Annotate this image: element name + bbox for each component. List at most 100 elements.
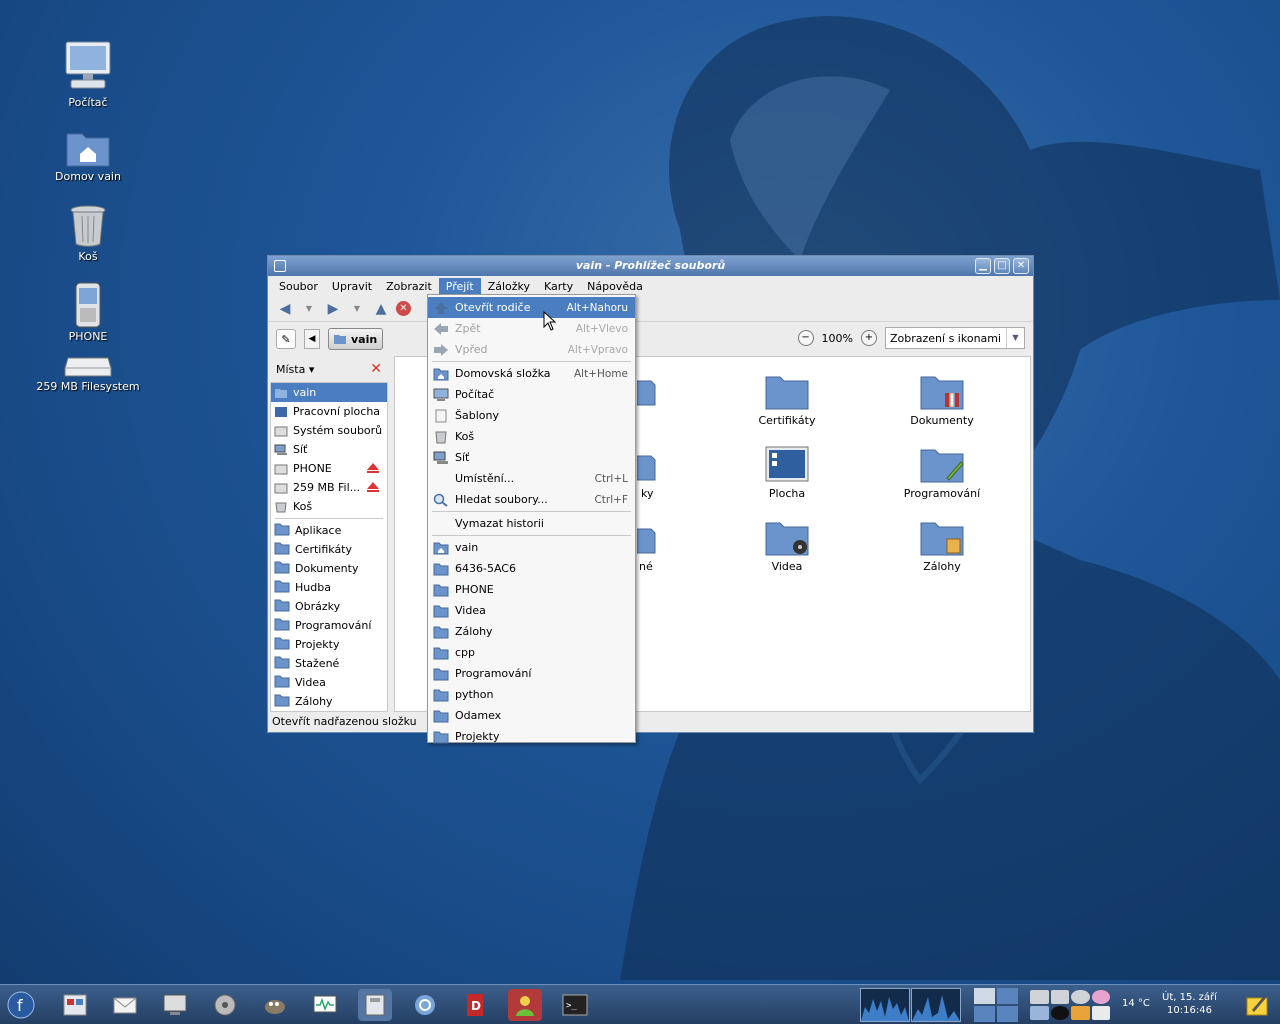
go-menu-item[interactable]: Síť: [428, 447, 635, 468]
desktop-icon-computer[interactable]: Počítač: [33, 40, 143, 109]
system-monitor-launcher-icon[interactable]: [158, 989, 192, 1021]
go-menu-item[interactable]: Umístění... Ctrl+L: [428, 468, 635, 489]
go-menu-item[interactable]: Vymazat historii: [428, 513, 635, 534]
network-launcher-icon[interactable]: [408, 989, 442, 1021]
flower-icon[interactable]: [1091, 990, 1110, 1004]
go-menu-item[interactable]: Šablony: [428, 405, 635, 426]
go-menu-item[interactable]: vain: [428, 537, 635, 558]
breadcrumb-button[interactable]: vain: [328, 328, 384, 350]
go-menu-item[interactable]: Otevřít rodiče Alt+Nahoru: [428, 297, 635, 318]
user-launcher-icon[interactable]: [508, 989, 542, 1021]
sidebar-places-select[interactable]: Místa ▾: [276, 363, 314, 376]
desktop-icon-phone[interactable]: PHONE: [33, 282, 143, 343]
gimp-launcher-icon[interactable]: [258, 989, 292, 1021]
back-arrow-icon[interactable]: ◀: [276, 300, 294, 318]
fedora-menu-icon[interactable]: f: [4, 989, 38, 1021]
sidebar-item-phone[interactable]: PHONE: [271, 459, 387, 478]
close-button[interactable]: ✕: [1013, 258, 1029, 274]
sidebar-item-vain[interactable]: vain: [271, 383, 387, 402]
menu-napoveda[interactable]: Nápověda: [580, 278, 650, 295]
menu-upravit[interactable]: Upravit: [325, 278, 379, 295]
activity-monitor-launcher-icon[interactable]: [308, 989, 342, 1021]
go-menu-item[interactable]: Projekty: [428, 726, 635, 747]
go-menu-item[interactable]: Zálohy: [428, 621, 635, 642]
sidebar-item-filesystem[interactable]: Systém souborů: [271, 421, 387, 440]
sidebar-bookmark-item[interactable]: Zálohy: [271, 692, 387, 711]
sidebar-bookmark-item[interactable]: Dokumenty: [271, 559, 387, 578]
mail-launcher-icon[interactable]: [108, 989, 142, 1021]
sidebar-bookmark-item[interactable]: Certifikáty: [271, 540, 387, 559]
display-icon[interactable]: [1030, 1006, 1049, 1020]
go-menu-item[interactable]: Domovská složka Alt+Home: [428, 363, 635, 384]
weather-temperature[interactable]: 14 °C: [1122, 998, 1150, 1009]
volume-icon[interactable]: [1050, 990, 1069, 1004]
workspace-switcher[interactable]: [974, 988, 1018, 1022]
mail-status-icon[interactable]: [1091, 1006, 1110, 1020]
zoom-in-icon[interactable]: +: [861, 330, 877, 346]
forward-arrow-icon[interactable]: ▶: [324, 300, 342, 318]
window-menu-icon[interactable]: [274, 260, 286, 272]
workspace-2[interactable]: [997, 988, 1018, 1004]
menu-soubor[interactable]: Soubor: [272, 278, 325, 295]
sidebar-bookmark-item[interactable]: Aplikace: [271, 521, 387, 540]
terminal-launcher-icon[interactable]: >_: [558, 989, 592, 1021]
view-mode-select[interactable]: Zobrazení s ikonami ▼: [885, 327, 1025, 349]
desktop-icon-home[interactable]: Domov vain: [33, 128, 143, 183]
sidebar-item-network[interactable]: Síť: [271, 440, 387, 459]
sidebar-item-trash[interactable]: Koš: [271, 497, 387, 516]
archive-launcher-icon[interactable]: [358, 989, 392, 1021]
breadcrumb-left-arrow[interactable]: ◀: [304, 329, 320, 349]
file-item[interactable]: Videa: [737, 517, 837, 573]
go-menu-item[interactable]: cpp: [428, 642, 635, 663]
stop-icon[interactable]: ✕: [396, 301, 411, 316]
file-manager-launcher-icon[interactable]: [58, 989, 92, 1021]
sidebar-item-desktop[interactable]: Pracovní plocha: [271, 402, 387, 421]
notes-launcher-icon[interactable]: [1240, 989, 1274, 1021]
file-item[interactable]: Zálohy: [892, 517, 992, 573]
sidebar-close-icon[interactable]: ✕: [370, 361, 382, 377]
minimize-button[interactable]: ▁: [975, 258, 991, 274]
go-menu-item[interactable]: Počítač: [428, 384, 635, 405]
go-menu-item[interactable]: Odamex: [428, 705, 635, 726]
maximize-button[interactable]: □: [994, 258, 1010, 274]
printer-icon[interactable]: [1030, 990, 1049, 1004]
record-icon[interactable]: [1050, 1006, 1069, 1020]
window-titlebar[interactable]: vain - Prohlížeč souborů ▁ □ ✕: [268, 256, 1033, 276]
menu-zobrazit[interactable]: Zobrazit: [379, 278, 439, 295]
clock[interactable]: Út, 15. září 10:16:46: [1162, 991, 1217, 1017]
forward-history-chevron-icon[interactable]: ▼: [348, 300, 366, 318]
sidebar-bookmark-item[interactable]: Stažené: [271, 654, 387, 673]
go-menu-item[interactable]: python: [428, 684, 635, 705]
desktop-icon-filesystem[interactable]: 259 MB Filesystem: [33, 356, 143, 393]
go-menu-item[interactable]: PHONE: [428, 579, 635, 600]
up-arrow-icon[interactable]: ▲: [372, 300, 390, 318]
edit-location-icon[interactable]: ✎: [276, 329, 296, 349]
back-history-chevron-icon[interactable]: ▼: [300, 300, 318, 318]
network-status-icon[interactable]: [1071, 990, 1090, 1004]
sidebar-bookmark-item[interactable]: Obrázky: [271, 597, 387, 616]
menu-prejit[interactable]: Přejít: [438, 277, 481, 295]
zoom-out-icon[interactable]: −: [797, 330, 814, 346]
go-menu-item[interactable]: Programování: [428, 663, 635, 684]
file-item[interactable]: Plocha: [737, 444, 837, 500]
workspace-3[interactable]: [974, 1006, 995, 1022]
sidebar-item-259mb[interactable]: 259 MB Fil...: [271, 478, 387, 497]
go-menu-item[interactable]: 6436-5AC6: [428, 558, 635, 579]
disk-utility-launcher-icon[interactable]: [208, 989, 242, 1021]
file-item[interactable]: Certifikáty: [737, 371, 837, 427]
sidebar-bookmark-item[interactable]: Programování: [271, 616, 387, 635]
sidebar-bookmark-item[interactable]: Videa: [271, 673, 387, 692]
workspace-4[interactable]: [997, 1006, 1018, 1022]
eject-icon[interactable]: [367, 482, 379, 492]
eject-icon[interactable]: [367, 463, 379, 473]
tools-icon[interactable]: [1071, 1006, 1090, 1020]
desktop-icon-trash[interactable]: Koš: [33, 204, 143, 263]
file-item[interactable]: Programování: [892, 444, 992, 500]
go-menu-item[interactable]: Hledat soubory... Ctrl+F: [428, 489, 635, 510]
sidebar-bookmark-item[interactable]: Hudba: [271, 578, 387, 597]
sidebar-bookmark-item[interactable]: Projekty: [271, 635, 387, 654]
go-menu-item[interactable]: Videa: [428, 600, 635, 621]
go-menu-item[interactable]: Koš: [428, 426, 635, 447]
file-item[interactable]: Dokumenty: [892, 371, 992, 427]
workspace-1[interactable]: [974, 988, 995, 1004]
